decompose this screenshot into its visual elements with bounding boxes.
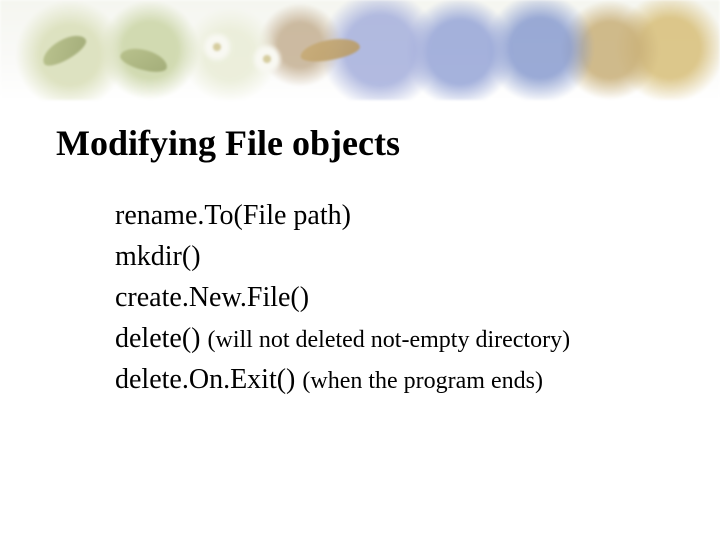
slide-title: Modifying File objects	[56, 122, 400, 164]
body-line: delete.On.Exit() (when the program ends)	[115, 360, 675, 401]
body-line: rename.To(File path)	[115, 196, 675, 237]
body-line: mkdir()	[115, 237, 675, 278]
code-text: delete.On.Exit()	[115, 364, 302, 395]
slide-body: rename.To(File path) mkdir() create.New.…	[115, 196, 675, 401]
note-text: (when the program ends)	[302, 368, 543, 394]
leaf-icon	[118, 44, 170, 76]
code-text: rename.To(File path)	[115, 200, 351, 231]
code-text: mkdir()	[115, 241, 201, 272]
leaf-icon	[299, 35, 362, 65]
note-text: (will not deleted not-empty directory)	[208, 327, 571, 353]
body-line: delete() (will not deleted not-empty dir…	[115, 319, 675, 360]
code-text: delete()	[115, 323, 208, 354]
leaf-icon	[38, 29, 90, 70]
code-text: create.New.File()	[115, 282, 309, 313]
slide: Modifying File objects rename.To(File pa…	[0, 0, 720, 540]
flower-icon	[200, 30, 234, 64]
body-line: create.New.File()	[115, 278, 675, 319]
decorative-banner	[0, 0, 720, 100]
flower-icon	[250, 42, 284, 76]
